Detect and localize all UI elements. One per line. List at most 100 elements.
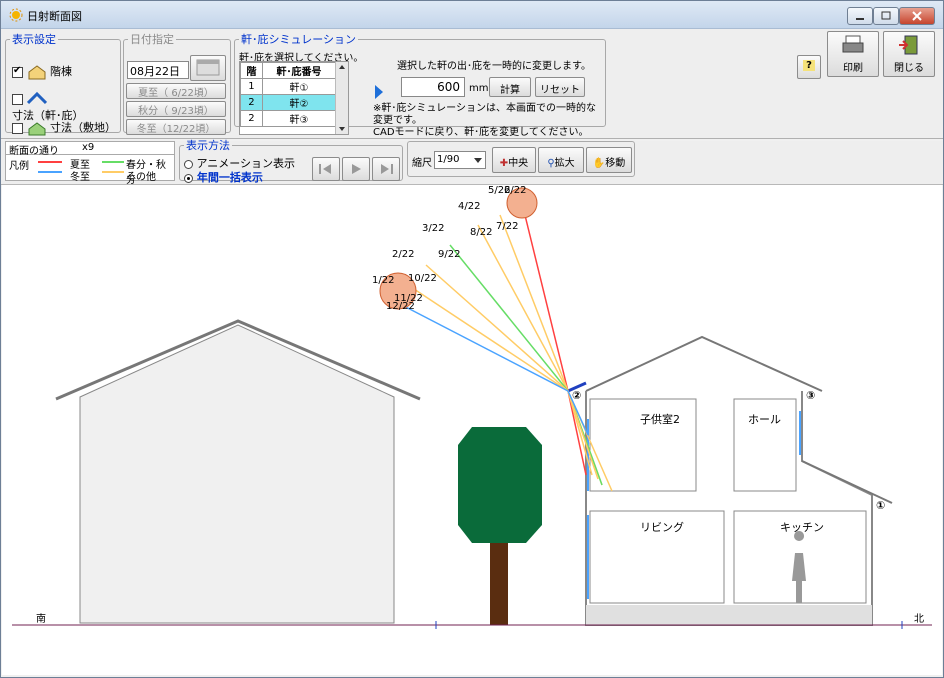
north-label: 北 [914, 614, 924, 625]
row-eaves: 軒① [261, 78, 337, 95]
minimize-button[interactable] [847, 7, 873, 25]
eaves-sim-legend: 軒･庇シミュレーション [241, 33, 357, 46]
site-dimension-option[interactable]: 寸法（敷地） [12, 119, 116, 136]
eaves-col-floor: 階 [240, 62, 263, 79]
floor-label: 階棟 [50, 65, 72, 78]
autumn-equinox-button[interactable]: 秋分（ 9/23頃） [126, 101, 226, 117]
reset-button[interactable]: リセット [535, 77, 585, 97]
chart-toolbar: 断面の通り x9 凡例 夏至 冬至 春分・秋分 その他 表示方法 アニメーション… [1, 137, 943, 186]
table-scrollbar[interactable] [335, 62, 348, 134]
section-value: x9 [82, 142, 95, 153]
print-button[interactable]: 印刷 [827, 31, 879, 77]
site-dimension-label: 寸法（敷地） [50, 121, 116, 134]
eaves-length-input[interactable]: 600 [401, 77, 465, 97]
kids-room-label: 子供室2 [640, 413, 680, 426]
eaves-table: 階軒･庇番号 1 軒① 2 軒② 2 軒③ [239, 61, 349, 135]
date-field[interactable]: 08月22日 [127, 61, 189, 79]
print-label: 印刷 [843, 63, 863, 74]
hand-icon: ✋ [592, 158, 606, 169]
scale-select[interactable]: 1/90 [434, 151, 486, 169]
annual-radio[interactable] [184, 173, 193, 183]
play-button[interactable] [342, 157, 370, 181]
date-label: 2/22 [392, 249, 414, 260]
close-icon [912, 11, 922, 21]
date-labels: 1/222/223/224/225/226/227/228/229/2210/2… [372, 185, 526, 312]
exit-door-icon [899, 35, 918, 55]
animation-radio[interactable] [184, 159, 193, 169]
crosshair-icon: ✚ [499, 158, 509, 169]
printer-icon [842, 35, 864, 53]
date-label: 8/22 [470, 227, 492, 238]
table-row[interactable]: 1 軒① [240, 78, 337, 95]
date-label: 9/22 [438, 249, 460, 260]
building-icon [28, 65, 45, 80]
section-drawing: 1/222/223/224/225/226/227/228/229/2210/2… [12, 185, 932, 629]
table-row[interactable]: 2 軒③ [240, 110, 337, 127]
app-window: 日射断面図 表示設定 階棟 寸法（軒･庇） 寸法（敷地） 日 [0, 0, 944, 678]
display-settings-legend: 表示設定 [12, 33, 56, 46]
row-floor: 2 [240, 94, 263, 111]
date-label: 4/22 [458, 201, 480, 212]
help-button[interactable]: ? [797, 55, 821, 79]
eaves-dimension-checkbox[interactable] [12, 93, 23, 105]
move-button[interactable]: ✋移動 [586, 147, 632, 173]
close-window-button[interactable] [899, 7, 935, 25]
legend-title: 凡例 [9, 161, 29, 172]
maximize-button[interactable] [873, 7, 899, 25]
house-roof [585, 335, 823, 392]
living-room-label: リビング [640, 521, 684, 534]
center-button[interactable]: ✚中央 [492, 147, 536, 173]
date-label: 10/22 [408, 273, 437, 284]
floor-option[interactable]: 階棟 [12, 63, 72, 80]
view-controls: 縮尺 1/90 ✚中央 ⚲拡大 ✋移動 [407, 141, 635, 177]
zoom-label: 拡大 [554, 158, 575, 169]
date-label: 7/22 [496, 221, 518, 232]
date-legend: 日付指定 [130, 33, 174, 46]
zoom-button[interactable]: ⚲拡大 [538, 147, 584, 173]
kitchen-label: キッチン [780, 521, 824, 534]
display-method-legend: 表示方法 [186, 139, 230, 152]
person-icon [792, 531, 806, 603]
floor-checkbox[interactable] [12, 65, 23, 78]
hall-room-label: ホール [748, 413, 781, 426]
unit-label: mm [469, 83, 489, 94]
help-icon: ? [803, 60, 815, 71]
step-back-button[interactable] [312, 157, 340, 181]
date-label: 12/22 [386, 301, 415, 312]
calendar-button[interactable] [190, 55, 226, 81]
annual-option[interactable]: 年間一括表示 [184, 169, 263, 185]
row-floor: 1 [240, 78, 263, 95]
date-label: 1/22 [372, 275, 394, 286]
legend-swatches-2 [102, 161, 124, 173]
change-description: 選択した軒の出･庇を一時的に変更します。 [397, 61, 591, 72]
display-method-group: 表示方法 アニメーション表示 年間一括表示 [179, 137, 403, 184]
sun-section-canvas[interactable]: 1/22 2/22 3/22 4/22 5/22 6/22 7/22 8/22 9/22 10/2… [2, 185, 942, 675]
row-eaves: 軒② [261, 94, 337, 111]
center-label: 中央 [508, 158, 529, 169]
sun-ray [477, 224, 569, 392]
annual-label: 年間一括表示 [196, 171, 263, 184]
site-dimension-checkbox[interactable] [12, 122, 23, 134]
step-forward-button[interactable] [372, 157, 400, 181]
house-foundation [586, 605, 872, 625]
eaves-sim-group: 軒･庇シミュレーション 軒･庇を選択してください。 階軒･庇番号 1 軒① 2 軒②… [234, 31, 606, 138]
top-toolbar: 表示設定 階棟 寸法（軒･庇） 寸法（敷地） 日付指定 08月22日 夏至（ 6… [1, 29, 943, 139]
play-icon [352, 164, 361, 174]
eaves-2-mark: ② [572, 389, 582, 402]
eaves-3-mark: ③ [806, 389, 816, 402]
eaves-1-mark: ① [876, 499, 886, 512]
tree-crown [458, 427, 542, 543]
sun-ray [413, 288, 569, 392]
lower-roof [801, 460, 893, 504]
table-row-selected[interactable]: 2 軒② [240, 94, 337, 111]
winter-solstice-button[interactable]: 冬至（12/22頃） [126, 119, 226, 135]
title-bar: 日射断面図 [1, 1, 943, 29]
roof-dimension-icon [26, 91, 47, 105]
summer-solstice-button[interactable]: 夏至（ 6/22頃） [126, 83, 226, 99]
scroll-arrows-icon [339, 65, 345, 131]
close-button[interactable]: 閉じる [883, 31, 935, 77]
move-label: 移動 [605, 158, 626, 169]
calculate-button[interactable]: 計算 [489, 77, 531, 97]
app-sun-icon [9, 8, 23, 22]
legend-winter: 冬至 [70, 172, 90, 183]
